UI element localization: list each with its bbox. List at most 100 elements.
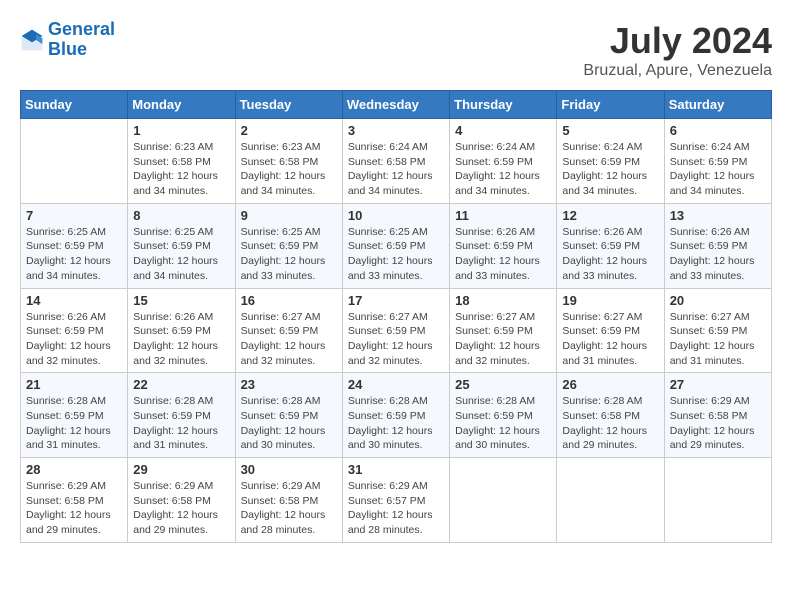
calendar-cell: 22 Sunrise: 6:28 AM Sunset: 6:59 PM Dayli… xyxy=(128,373,235,458)
day-info: Sunrise: 6:29 AM Sunset: 6:58 PM Dayligh… xyxy=(133,479,229,538)
calendar-cell: 5 Sunrise: 6:24 AM Sunset: 6:59 PM Daylig… xyxy=(557,119,664,204)
calendar-cell: 25 Sunrise: 6:28 AM Sunset: 6:59 PM Dayli… xyxy=(450,373,557,458)
day-info: Sunrise: 6:25 AM Sunset: 6:59 PM Dayligh… xyxy=(133,225,229,284)
day-info: Sunrise: 6:29 AM Sunset: 6:57 PM Dayligh… xyxy=(348,479,444,538)
logo: General Blue xyxy=(20,20,115,60)
day-info: Sunrise: 6:26 AM Sunset: 6:59 PM Dayligh… xyxy=(562,225,658,284)
day-info: Sunrise: 6:29 AM Sunset: 6:58 PM Dayligh… xyxy=(670,394,766,453)
calendar-week-1: 1 Sunrise: 6:23 AM Sunset: 6:58 PM Daylig… xyxy=(21,119,772,204)
day-info: Sunrise: 6:26 AM Sunset: 6:59 PM Dayligh… xyxy=(26,310,122,369)
day-number: 29 xyxy=(133,462,229,477)
day-number: 31 xyxy=(348,462,444,477)
day-number: 19 xyxy=(562,293,658,308)
calendar-cell: 23 Sunrise: 6:28 AM Sunset: 6:59 PM Dayli… xyxy=(235,373,342,458)
day-info: Sunrise: 6:28 AM Sunset: 6:58 PM Dayligh… xyxy=(562,394,658,453)
calendar-cell: 18 Sunrise: 6:27 AM Sunset: 6:59 PM Dayli… xyxy=(450,288,557,373)
calendar-cell: 20 Sunrise: 6:27 AM Sunset: 6:59 PM Dayli… xyxy=(664,288,771,373)
calendar-cell: 1 Sunrise: 6:23 AM Sunset: 6:58 PM Daylig… xyxy=(128,119,235,204)
day-info: Sunrise: 6:25 AM Sunset: 6:59 PM Dayligh… xyxy=(26,225,122,284)
day-number: 26 xyxy=(562,377,658,392)
calendar-cell: 31 Sunrise: 6:29 AM Sunset: 6:57 PM Dayli… xyxy=(342,458,449,543)
day-info: Sunrise: 6:27 AM Sunset: 6:59 PM Dayligh… xyxy=(670,310,766,369)
day-number: 4 xyxy=(455,123,551,138)
day-info: Sunrise: 6:26 AM Sunset: 6:59 PM Dayligh… xyxy=(455,225,551,284)
day-info: Sunrise: 6:24 AM Sunset: 6:58 PM Dayligh… xyxy=(348,140,444,199)
day-info: Sunrise: 6:28 AM Sunset: 6:59 PM Dayligh… xyxy=(26,394,122,453)
calendar-cell: 2Sunrise: 6:23 AM Sunset: 6:58 PM Daylig… xyxy=(235,119,342,204)
calendar-table: SundayMondayTuesdayWednesdayThursdayFrid… xyxy=(20,90,772,543)
day-number: 30 xyxy=(241,462,337,477)
day-number: 8 xyxy=(133,208,229,223)
day-number: 13 xyxy=(670,208,766,223)
header-day-monday: Monday xyxy=(128,91,235,119)
header-day-saturday: Saturday xyxy=(664,91,771,119)
day-number: 27 xyxy=(670,377,766,392)
day-number: 23 xyxy=(241,377,337,392)
day-number: 12 xyxy=(562,208,658,223)
calendar-cell: 29 Sunrise: 6:29 AM Sunset: 6:58 PM Dayli… xyxy=(128,458,235,543)
day-number: 2 xyxy=(241,123,337,138)
day-number: 5 xyxy=(562,123,658,138)
day-info: Sunrise: 6:26 AM Sunset: 6:59 PM Dayligh… xyxy=(670,225,766,284)
day-number: 25 xyxy=(455,377,551,392)
logo-icon xyxy=(20,28,44,52)
calendar-cell xyxy=(557,458,664,543)
day-info: Sunrise: 6:28 AM Sunset: 6:59 PM Dayligh… xyxy=(455,394,551,453)
calendar-week-5: 28 Sunrise: 6:29 AM Sunset: 6:58 PM Dayli… xyxy=(21,458,772,543)
day-number: 10 xyxy=(348,208,444,223)
day-info: Sunrise: 6:23 AM Sunset: 6:58 PM Dayligh… xyxy=(133,140,229,199)
calendar-cell: 10 Sunrise: 6:25 AM Sunset: 6:59 PM Dayli… xyxy=(342,203,449,288)
title-area: July 2024 Bruzual, Apure, Venezuela xyxy=(583,20,772,80)
calendar-cell: 27 Sunrise: 6:29 AM Sunset: 6:58 PM Dayli… xyxy=(664,373,771,458)
day-info: Sunrise: 6:28 AM Sunset: 6:59 PM Dayligh… xyxy=(348,394,444,453)
day-number: 18 xyxy=(455,293,551,308)
calendar-cell xyxy=(664,458,771,543)
day-info: Sunrise: 6:24 AM Sunset: 6:59 PM Dayligh… xyxy=(670,140,766,199)
day-info: Sunrise: 6:24 AM Sunset: 6:59 PM Dayligh… xyxy=(562,140,658,199)
calendar-cell: 17 Sunrise: 6:27 AM Sunset: 6:59 PM Dayli… xyxy=(342,288,449,373)
day-info: Sunrise: 6:27 AM Sunset: 6:59 PM Dayligh… xyxy=(348,310,444,369)
calendar-cell: 12 Sunrise: 6:26 AM Sunset: 6:59 PM Dayli… xyxy=(557,203,664,288)
calendar-cell: 7 Sunrise: 6:25 AM Sunset: 6:59 PM Daylig… xyxy=(21,203,128,288)
day-number: 16 xyxy=(241,293,337,308)
day-number: 3 xyxy=(348,123,444,138)
month-title: July 2024 xyxy=(583,20,772,62)
day-number: 7 xyxy=(26,208,122,223)
day-number: 11 xyxy=(455,208,551,223)
calendar-week-4: 21 Sunrise: 6:28 AM Sunset: 6:59 PM Dayli… xyxy=(21,373,772,458)
calendar-cell: 8 Sunrise: 6:25 AM Sunset: 6:59 PM Daylig… xyxy=(128,203,235,288)
header: General Blue July 2024 Bruzual, Apure, V… xyxy=(20,20,772,80)
calendar-cell: 15Sunrise: 6:26 AM Sunset: 6:59 PM Dayli… xyxy=(128,288,235,373)
day-info: Sunrise: 6:28 AM Sunset: 6:59 PM Dayligh… xyxy=(241,394,337,453)
day-info: Sunrise: 6:27 AM Sunset: 6:59 PM Dayligh… xyxy=(562,310,658,369)
day-info: Sunrise: 6:27 AM Sunset: 6:59 PM Dayligh… xyxy=(455,310,551,369)
calendar-cell: 4Sunrise: 6:24 AM Sunset: 6:59 PM Daylig… xyxy=(450,119,557,204)
calendar-header-row: SundayMondayTuesdayWednesdayThursdayFrid… xyxy=(21,91,772,119)
calendar-week-2: 7 Sunrise: 6:25 AM Sunset: 6:59 PM Daylig… xyxy=(21,203,772,288)
day-number: 17 xyxy=(348,293,444,308)
day-number: 22 xyxy=(133,377,229,392)
day-info: Sunrise: 6:25 AM Sunset: 6:59 PM Dayligh… xyxy=(241,225,337,284)
day-number: 21 xyxy=(26,377,122,392)
logo-text: General Blue xyxy=(48,20,115,60)
day-info: Sunrise: 6:25 AM Sunset: 6:59 PM Dayligh… xyxy=(348,225,444,284)
calendar-cell: 21 Sunrise: 6:28 AM Sunset: 6:59 PM Dayli… xyxy=(21,373,128,458)
calendar-cell xyxy=(450,458,557,543)
day-info: Sunrise: 6:29 AM Sunset: 6:58 PM Dayligh… xyxy=(241,479,337,538)
calendar-cell: 28Sunrise: 6:29 AM Sunset: 6:58 PM Dayli… xyxy=(21,458,128,543)
calendar-week-3: 14Sunrise: 6:26 AM Sunset: 6:59 PM Dayli… xyxy=(21,288,772,373)
calendar-cell: 24Sunrise: 6:28 AM Sunset: 6:59 PM Dayli… xyxy=(342,373,449,458)
calendar-cell: 11 Sunrise: 6:26 AM Sunset: 6:59 PM Dayli… xyxy=(450,203,557,288)
day-number: 1 xyxy=(133,123,229,138)
day-number: 20 xyxy=(670,293,766,308)
calendar-cell: 3 Sunrise: 6:24 AM Sunset: 6:58 PM Daylig… xyxy=(342,119,449,204)
day-number: 6 xyxy=(670,123,766,138)
day-number: 28 xyxy=(26,462,122,477)
day-info: Sunrise: 6:28 AM Sunset: 6:59 PM Dayligh… xyxy=(133,394,229,453)
calendar-cell: 9Sunrise: 6:25 AM Sunset: 6:59 PM Daylig… xyxy=(235,203,342,288)
calendar-cell: 16Sunrise: 6:27 AM Sunset: 6:59 PM Dayli… xyxy=(235,288,342,373)
calendar-cell: 26 Sunrise: 6:28 AM Sunset: 6:58 PM Dayli… xyxy=(557,373,664,458)
calendar-cell: 19 Sunrise: 6:27 AM Sunset: 6:59 PM Dayli… xyxy=(557,288,664,373)
day-info: Sunrise: 6:26 AM Sunset: 6:59 PM Dayligh… xyxy=(133,310,229,369)
calendar-cell: 30 Sunrise: 6:29 AM Sunset: 6:58 PM Dayli… xyxy=(235,458,342,543)
